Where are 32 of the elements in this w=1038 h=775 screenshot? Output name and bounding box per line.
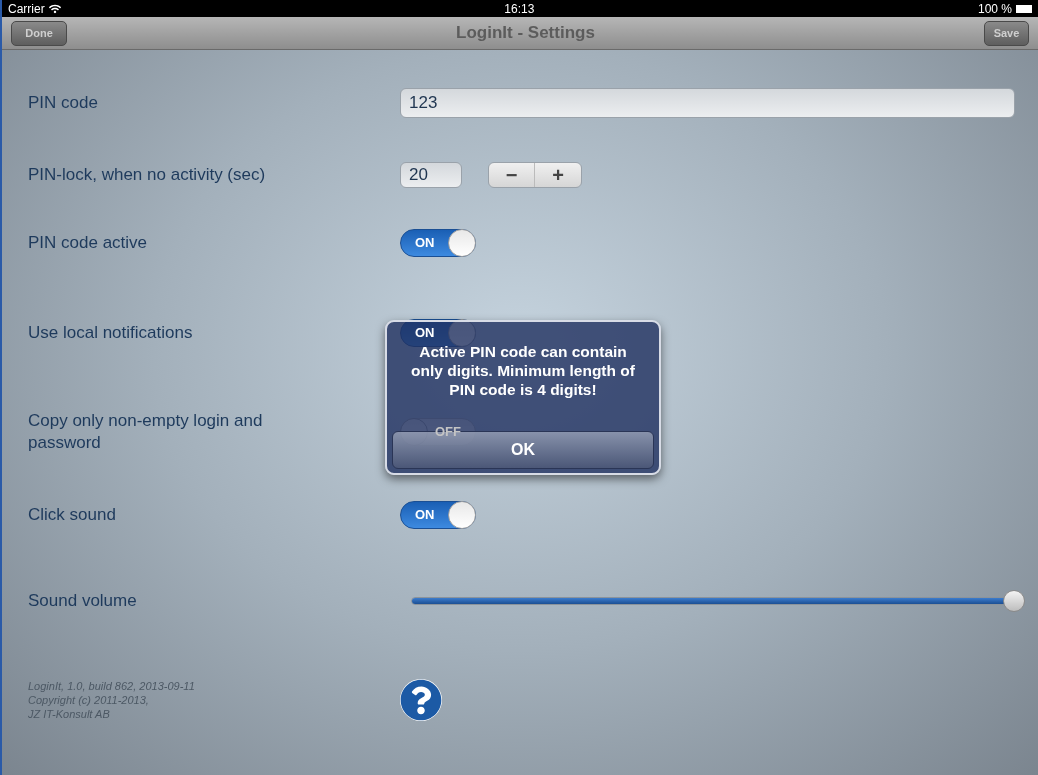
setting-label: PIN code [28,92,99,114]
clock: 16:13 [504,0,535,18]
battery-icon [1016,4,1032,13]
done-button[interactable]: Done [11,20,67,46]
setting-label: PIN code active [28,232,149,254]
toggle-switch[interactable]: ON [400,501,476,529]
setting-label: PIN-lock, when no activity (sec) [28,164,267,186]
version-info-line: LoginIt, 1.0, build 862, 2013-09-11 [28,679,196,693]
battery-label: 100 % [977,0,1012,18]
switch-knob [448,229,476,257]
alert-message: Active PIN code can contain only digits. Minimum length of PIN code is 4 digits! [410,342,636,399]
carrier-label: Carrier [8,0,45,18]
switch-knob [448,501,476,529]
increment-button[interactable]: + [535,163,581,187]
save-button[interactable]: Save [984,20,1029,46]
setting-label: Sound volume [28,590,138,612]
switch-label: ON [414,324,436,343]
help-icon[interactable] [400,679,442,721]
setting-label: Copy only non-empty login and password [28,410,264,454]
wifi-icon [48,3,61,14]
decrement-button[interactable]: − [489,163,535,187]
setting-label: Click sound [28,504,117,526]
version-info-line: Copyright (c) 2011-2013, [28,693,150,707]
switch-label: ON [414,506,436,525]
switch-label: ON [414,234,436,253]
pin-code-field[interactable]: 123 [400,88,1015,118]
version-info-line: JZ IT-Konsult AB [28,707,111,721]
setting-label: Use local notifications [28,322,194,344]
screen-title: LoginIt - Settings [456,22,595,45]
toggle-switch[interactable]: ON [400,229,476,257]
seconds-field[interactable]: 20 [400,162,462,188]
slider-thumb[interactable] [1003,590,1025,612]
